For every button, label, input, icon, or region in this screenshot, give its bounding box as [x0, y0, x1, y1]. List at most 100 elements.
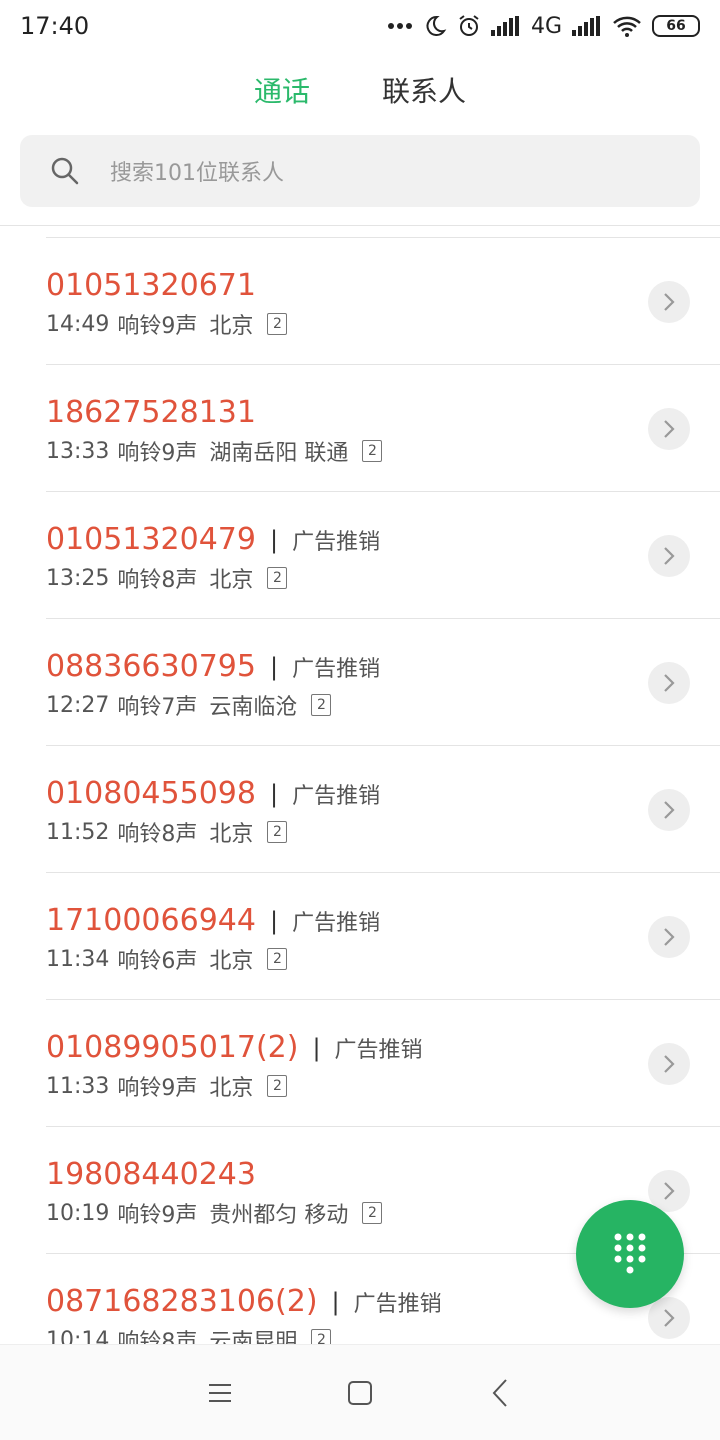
call-number-row: 01089905017(2) | 广告推销: [46, 1030, 423, 1065]
tab-contacts[interactable]: 联系人: [382, 70, 466, 110]
call-number-row: 01080455098 | 广告推销: [46, 776, 380, 811]
tag-separator: |: [312, 1033, 321, 1062]
wifi-icon: [612, 15, 642, 37]
call-rings: 响铃9声: [117, 314, 198, 339]
call-tag: 广告推销: [334, 1037, 423, 1063]
alarm-icon: [457, 14, 481, 38]
call-detail-button[interactable]: [648, 789, 690, 831]
call-detail-button[interactable]: [648, 281, 690, 323]
battery-icon: 66: [652, 15, 700, 37]
call-rings: 响铃9声: [117, 441, 198, 466]
chevron-right-icon: [664, 420, 675, 438]
back-button[interactable]: [480, 1373, 520, 1413]
call-location: 北京: [209, 949, 254, 974]
dialpad-button[interactable]: [576, 1200, 684, 1308]
home-icon: [348, 1380, 372, 1405]
call-number-row: 18627528131: [46, 395, 256, 430]
signal-icon-2: [572, 16, 602, 36]
call-rings: 响铃8声: [117, 822, 198, 847]
search-placeholder: 搜索101位联系人: [110, 161, 284, 186]
status-time: 17:40: [20, 12, 90, 40]
call-number: 17100066944: [46, 903, 256, 938]
call-tag: 广告推销: [292, 783, 381, 809]
call-tag: 广告推销: [292, 529, 381, 555]
chevron-right-icon: [664, 1055, 675, 1073]
chevron-right-icon: [664, 674, 675, 692]
call-log-list[interactable]: 01051320671 14:49 响铃9声 北京 2 18627528131 …: [0, 238, 720, 1344]
menu-icon: [209, 1383, 231, 1402]
call-number-row: 19808440243: [46, 1157, 256, 1192]
tab-calls[interactable]: 通话: [254, 70, 310, 110]
call-location: 贵州都匀 移动: [209, 1203, 349, 1228]
call-location: 北京: [209, 822, 254, 847]
chevron-right-icon: [664, 1182, 675, 1200]
call-location: 北京: [209, 568, 254, 593]
home-button[interactable]: [340, 1373, 380, 1413]
call-meta: 11:52 响铃8声 北京 2: [46, 816, 288, 848]
moon-icon: [423, 14, 447, 38]
call-log-item[interactable]: 01051320671 14:49 响铃9声 北京 2: [46, 238, 720, 365]
call-detail-button[interactable]: [648, 1297, 690, 1339]
call-meta: 11:33 响铃9声 北京 2: [46, 1070, 288, 1102]
sim-card-icon: 2: [267, 948, 288, 970]
status-bar: 17:40 4G 66: [0, 0, 720, 52]
more-dots-icon: [387, 22, 413, 30]
sim-card-icon: 2: [267, 1075, 288, 1097]
divider: [0, 225, 720, 226]
call-rings: 响铃9声: [117, 1203, 198, 1228]
call-time: 12:27: [46, 692, 110, 718]
call-log-item[interactable]: 18627528131 13:33 响铃9声 湖南岳阳 联通 2: [46, 365, 720, 492]
call-meta: 10:19 响铃9声 贵州都匀 移动 2: [46, 1197, 383, 1229]
call-log-item[interactable]: 01080455098 | 广告推销 11:52 响铃8声 北京 2: [46, 746, 720, 873]
call-detail-button[interactable]: [648, 1043, 690, 1085]
signal-icon: [490, 16, 521, 36]
tab-bar: 通话 联系人: [0, 70, 720, 110]
call-detail-button[interactable]: [648, 535, 690, 577]
chevron-right-icon: [664, 1309, 675, 1327]
call-log-item[interactable]: 08836630795 | 广告推销 12:27 响铃7声 云南临沧 2: [46, 619, 720, 746]
sim-card-icon: 2: [267, 313, 288, 335]
tag-separator: |: [269, 525, 279, 554]
call-location: 北京: [209, 314, 254, 339]
call-number: 01051320671: [46, 268, 256, 303]
dialpad-icon: [614, 1233, 646, 1274]
call-rings: 响铃9声: [117, 1076, 198, 1101]
call-rings: 响铃8声: [117, 1330, 198, 1344]
sim-card-icon: 2: [267, 821, 288, 843]
call-detail-button[interactable]: [648, 408, 690, 450]
call-time: 11:34: [46, 946, 110, 972]
call-rings: 响铃7声: [117, 695, 198, 720]
call-time: 11:33: [46, 1073, 110, 1099]
menu-button[interactable]: [200, 1373, 240, 1413]
tag-separator: |: [269, 906, 279, 935]
back-icon: [492, 1378, 507, 1407]
call-location: 湖南岳阳 联通: [209, 441, 349, 466]
call-log-item[interactable]: 17100066944 | 广告推销 11:34 响铃6声 北京 2: [46, 873, 720, 1000]
call-detail-button[interactable]: [648, 916, 690, 958]
search-input[interactable]: 搜索101位联系人: [20, 135, 700, 207]
call-number: 19808440243: [46, 1157, 256, 1192]
call-log-item[interactable]: 01089905017(2) | 广告推销 11:33 响铃9声 北京 2: [46, 1000, 720, 1127]
call-number-row: 01051320671: [46, 268, 256, 303]
call-number: 18627528131: [46, 395, 256, 430]
call-tag: 广告推销: [292, 910, 381, 936]
chevron-right-icon: [664, 547, 675, 565]
call-detail-button[interactable]: [648, 662, 690, 704]
call-meta: 12:27 响铃7声 云南临沧 2: [46, 689, 332, 721]
call-tag: 广告推销: [353, 1291, 442, 1317]
network-type: 4G: [530, 13, 562, 39]
call-number-row: 08836630795 | 广告推销: [46, 649, 380, 684]
sim-card-icon: 2: [362, 440, 383, 462]
tag-separator: |: [331, 1287, 340, 1316]
tag-separator: |: [269, 652, 279, 681]
call-number: 08836630795: [46, 649, 256, 684]
call-number: 01089905017(2): [46, 1030, 299, 1065]
tag-separator: |: [269, 779, 279, 808]
call-log-item[interactable]: 01051320479 | 广告推销 13:25 响铃8声 北京 2: [46, 492, 720, 619]
call-time: 11:52: [46, 819, 110, 845]
call-tag: 广告推销: [292, 656, 381, 682]
sim-card-icon: 2: [311, 694, 332, 716]
call-number-row: 17100066944 | 广告推销: [46, 903, 380, 938]
sim-card-icon: 2: [267, 567, 288, 589]
call-time: 10:14: [46, 1327, 110, 1345]
